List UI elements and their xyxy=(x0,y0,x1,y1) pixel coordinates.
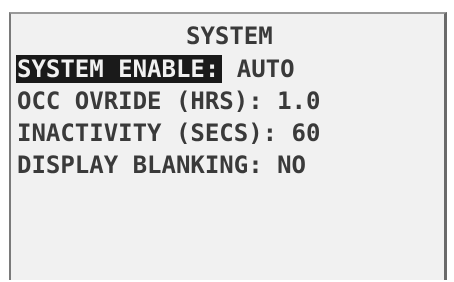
occ-override-label: OCC OVRIDE (HRS): xyxy=(17,87,263,115)
setting-row-system-enable[interactable]: SYSTEM ENABLE: AUTO xyxy=(16,53,295,85)
setting-row-occ-override[interactable]: OCC OVRIDE (HRS): 1.0 xyxy=(17,85,320,117)
setting-row-display-blanking[interactable]: DISPLAY BLANKING: NO xyxy=(17,149,306,181)
system-enable-label[interactable]: SYSTEM ENABLE: xyxy=(16,55,223,83)
display-blanking-label: DISPLAY BLANKING: xyxy=(17,151,263,179)
display-blanking-value[interactable]: NO xyxy=(277,151,306,179)
lcd-screen: SYSTEM SYSTEM ENABLE: AUTO OCC OVRIDE (H… xyxy=(9,12,447,280)
device-bezel: SYSTEM SYSTEM ENABLE: AUTO OCC OVRIDE (H… xyxy=(0,0,454,282)
inactivity-label: INACTIVITY (SECS): xyxy=(17,119,278,147)
occ-override-value[interactable]: 1.0 xyxy=(277,87,320,115)
setting-row-inactivity[interactable]: INACTIVITY (SECS): 60 xyxy=(17,117,320,149)
inactivity-value[interactable]: 60 xyxy=(292,119,321,147)
system-enable-value[interactable]: AUTO xyxy=(237,55,295,83)
screen-title: SYSTEM xyxy=(186,22,273,50)
